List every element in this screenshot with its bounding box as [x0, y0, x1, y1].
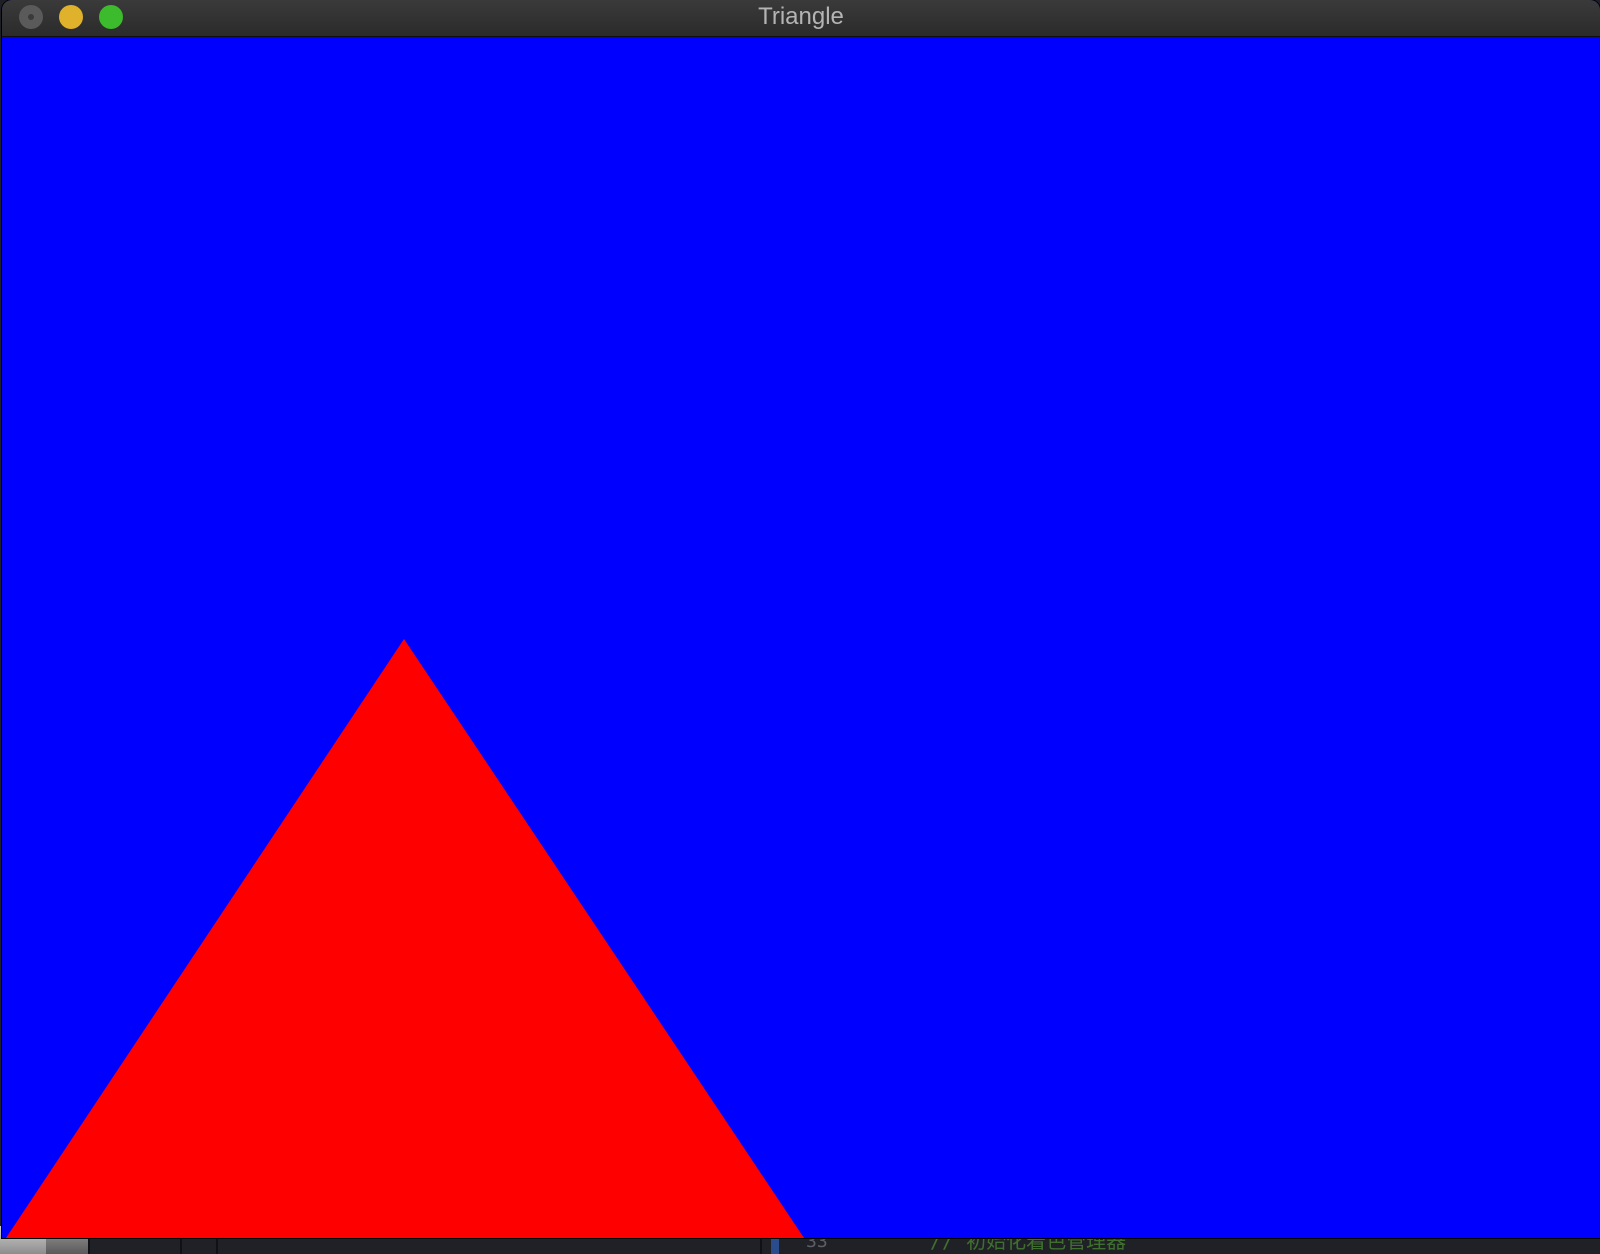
triangle-window: Triangle [2, 0, 1600, 1238]
render-canvas[interactable] [2, 37, 1600, 1238]
render-surface [2, 37, 1600, 1238]
window-title: Triangle [758, 3, 844, 30]
window-titlebar[interactable]: Triangle [2, 0, 1600, 37]
